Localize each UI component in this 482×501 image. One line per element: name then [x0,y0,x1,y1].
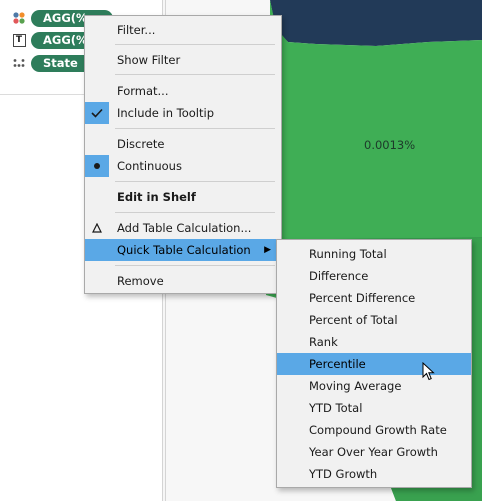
menu-item-discrete[interactable]: Discrete [85,133,281,155]
menu-item-format[interactable]: Format... [85,80,281,102]
label-icon-text: T [12,33,26,47]
menu-item-quick-table-calculation-label: Quick Table Calculation [117,243,251,257]
menu-separator [115,212,275,213]
menu-item-edit-in-shelf[interactable]: Edit in Shelf [85,186,281,208]
delta-icon [85,217,109,239]
menu-item-include-in-tooltip[interactable]: Include in Tooltip [85,102,281,124]
checkmark-icon [85,102,109,124]
radio-bullet-icon [85,155,109,177]
submenu-item-year-over-year-growth-label: Year Over Year Growth [309,445,438,459]
menu-item-format-label: Format... [117,84,169,98]
submenu-item-percentile-label: Percentile [309,357,366,371]
submenu-item-year-over-year-growth[interactable]: Year Over Year Growth [277,441,471,463]
detail-pill-label: State [43,55,78,70]
menu-separator [115,128,275,129]
submenu-item-percent-of-total-label: Percent of Total [309,313,398,327]
map-value-label: 0.0013% [364,138,416,152]
menu-item-remove-label: Remove [117,274,164,288]
mouse-cursor-icon [422,362,435,381]
submenu-item-running-total[interactable]: Running Total [277,243,471,265]
submenu-item-ytd-growth-label: YTD Growth [309,467,378,481]
submenu-item-rank-label: Rank [309,335,338,349]
submenu-item-ytd-total-label: YTD Total [309,401,363,415]
submenu-item-rank[interactable]: Rank [277,331,471,353]
menu-separator [115,44,275,45]
menu-item-continuous[interactable]: Continuous [85,155,281,177]
label-icon[interactable]: T [10,31,28,49]
detail-icon[interactable] [10,54,28,72]
submenu-item-running-total-label: Running Total [309,247,387,261]
submenu-item-difference-label: Difference [309,269,369,283]
menu-item-filter-label: Filter... [117,23,156,37]
menu-item-show-filter[interactable]: Show Filter [85,49,281,71]
menu-separator [115,74,275,75]
color-icon[interactable] [10,9,28,27]
submenu-item-ytd-total[interactable]: YTD Total [277,397,471,419]
menu-separator [115,181,275,182]
submenu-item-moving-average[interactable]: Moving Average [277,375,471,397]
menu-item-continuous-label: Continuous [117,159,182,173]
submenu-item-difference[interactable]: Difference [277,265,471,287]
submenu-item-compound-growth-rate-label: Compound Growth Rate [309,423,447,437]
submenu-item-percent-difference[interactable]: Percent Difference [277,287,471,309]
menu-separator [115,265,275,266]
menu-item-quick-table-calculation[interactable]: Quick Table Calculation ▶ [85,239,281,261]
menu-item-discrete-label: Discrete [117,137,165,151]
water-region [270,0,482,46]
submenu-item-ytd-growth[interactable]: YTD Growth [277,463,471,485]
submenu-item-percent-difference-label: Percent Difference [309,291,416,305]
submenu-item-compound-growth-rate[interactable]: Compound Growth Rate [277,419,471,441]
context-menu: Filter... Show Filter Format... Include … [84,15,282,294]
submenu-arrow-icon: ▶ [264,245,271,255]
menu-item-add-table-calculation[interactable]: Add Table Calculation... [85,217,281,239]
submenu-item-percentile[interactable]: Percentile [277,353,471,375]
menu-item-add-table-calculation-label: Add Table Calculation... [117,221,252,235]
menu-item-show-filter-label: Show Filter [117,53,181,67]
menu-item-edit-in-shelf-label: Edit in Shelf [117,190,196,204]
submenu-item-percent-of-total[interactable]: Percent of Total [277,309,471,331]
submenu-item-moving-average-label: Moving Average [309,379,402,393]
menu-item-remove[interactable]: Remove [85,270,281,292]
menu-item-filter[interactable]: Filter... [85,19,281,41]
menu-item-include-in-tooltip-label: Include in Tooltip [117,106,214,120]
quick-table-calculation-submenu: Running Total Difference Percent Differe… [276,239,472,488]
